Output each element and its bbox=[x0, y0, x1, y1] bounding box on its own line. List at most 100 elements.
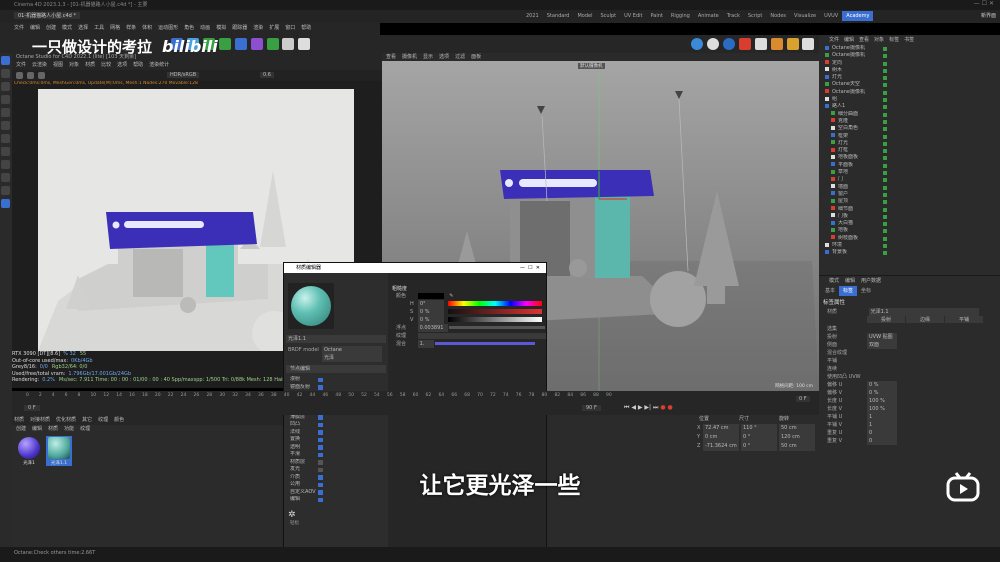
points-mode-icon[interactable] bbox=[1, 108, 10, 117]
coordinates-position[interactable]: 0 cm bbox=[703, 433, 739, 442]
object-tag-icon[interactable] bbox=[883, 236, 887, 241]
material-manager-menu-item[interactable]: 纹理 bbox=[80, 426, 90, 432]
object-row[interactable]: 空白角色 bbox=[821, 125, 1000, 132]
object-tag-icon[interactable] bbox=[883, 185, 887, 190]
attribute-value[interactable]: 0 bbox=[867, 437, 897, 445]
light-icon[interactable] bbox=[298, 38, 311, 50]
attribute-value[interactable]: 100 % bbox=[867, 397, 897, 405]
material-channel[interactable]: 平滑 bbox=[284, 451, 388, 459]
hsv-slider[interactable] bbox=[448, 317, 542, 322]
viewport-menu-item[interactable]: 查看 bbox=[386, 54, 396, 60]
attribute-menu-item[interactable]: 编辑 bbox=[845, 278, 855, 284]
render-view-icon[interactable] bbox=[754, 38, 767, 50]
timeline-ticks[interactable]: 0 2 4 6 8 10 12 14 16 18 20 22 24 26 28 30 32 34 36 38 40 42 4… bbox=[18, 393, 818, 401]
layout-tab[interactable]: Visualize bbox=[790, 11, 820, 21]
object-row[interactable]: 树木 bbox=[821, 67, 1000, 74]
coordinates-rotation[interactable]: 50 cm bbox=[779, 424, 815, 433]
material-channel[interactable]: 透明 bbox=[284, 444, 388, 452]
grid-icon[interactable] bbox=[1, 186, 10, 195]
channel-checkbox[interactable] bbox=[318, 385, 323, 390]
material-section-header[interactable]: 节点编辑 bbox=[286, 365, 386, 373]
timeline-end[interactable]: 90 F bbox=[582, 405, 601, 411]
mix-value[interactable]: 1. bbox=[417, 340, 434, 348]
object-menu-item[interactable]: 文件 bbox=[829, 37, 839, 43]
layout-tab[interactable]: UVUV bbox=[820, 11, 842, 21]
object-row[interactable]: 细节面 bbox=[821, 206, 1000, 213]
object-row[interactable]: 屋顶 bbox=[821, 198, 1000, 205]
mix-slider[interactable] bbox=[435, 342, 536, 345]
material-manager-menu-item[interactable]: 创建 bbox=[16, 426, 26, 432]
edges-mode-icon[interactable] bbox=[1, 121, 10, 130]
record-icon[interactable]: ● bbox=[660, 404, 665, 411]
object-row[interactable]: 路人1 bbox=[821, 103, 1000, 110]
select-tool-icon[interactable] bbox=[1, 56, 10, 65]
layout-tab[interactable]: Nodes bbox=[766, 11, 790, 21]
viewport-camera-tag[interactable]: 默认摄像机 bbox=[578, 63, 605, 69]
main-menu-item[interactable]: 网格 bbox=[110, 25, 120, 31]
material-editor-window-controls[interactable]: — ☐ ✕ bbox=[520, 263, 540, 273]
object-row[interactable]: 平面板 bbox=[821, 162, 1000, 169]
coordinates-rotation[interactable]: 120 cm bbox=[779, 433, 815, 442]
attribute-tab[interactable]: 坐标 bbox=[857, 286, 875, 296]
viewport-menu-item[interactable]: 摄像机 bbox=[402, 54, 417, 60]
viewport-menu-item[interactable]: 面板 bbox=[471, 54, 481, 60]
eyedropper-icon[interactable]: ✎ bbox=[449, 293, 453, 299]
texture-icon[interactable] bbox=[770, 38, 783, 50]
material-name-field[interactable]: 光泽1.1 bbox=[286, 335, 386, 343]
material-manager-tab[interactable]: 纹理 bbox=[98, 417, 108, 423]
material-channel[interactable]: 介质 bbox=[284, 474, 388, 482]
channel-checkbox[interactable] bbox=[318, 497, 323, 502]
attribute-tab[interactable]: 基本 bbox=[821, 286, 839, 296]
hsv-value[interactable]: 0 % bbox=[418, 316, 444, 324]
attribute-value[interactable]: 0 % bbox=[867, 389, 897, 397]
rotate-tool-icon[interactable] bbox=[1, 95, 10, 104]
channel-checkbox[interactable] bbox=[318, 415, 323, 420]
octane-menu-item[interactable]: 对象 bbox=[69, 62, 79, 68]
model-mode-icon[interactable] bbox=[1, 147, 10, 156]
object-row[interactable]: 地板 bbox=[821, 227, 1000, 234]
main-menu-item[interactable]: 模拟 bbox=[216, 25, 226, 31]
object-menu-item[interactable]: 查看 bbox=[859, 37, 869, 43]
object-row[interactable]: Octane摄像机 bbox=[821, 52, 1000, 59]
material-item[interactable]: 光泽1.1 bbox=[46, 436, 72, 466]
object-row[interactable]: 门 bbox=[821, 176, 1000, 183]
object-row[interactable]: 组 bbox=[821, 96, 1000, 103]
viewport-menu-item[interactable]: 显示 bbox=[423, 54, 433, 60]
object-row[interactable]: 灯光 bbox=[821, 140, 1000, 147]
timeline-current[interactable]: 0 F bbox=[796, 396, 810, 402]
object-menu-item[interactable]: 编辑 bbox=[844, 37, 854, 43]
attribute-value[interactable]: UVW 贴图 bbox=[867, 333, 897, 341]
object-tag-icon[interactable] bbox=[883, 171, 887, 176]
play-icon[interactable]: ▶ bbox=[638, 404, 643, 411]
layout-tab[interactable]: Track bbox=[723, 11, 744, 21]
doc-tab[interactable]: 01-机器猫路人小屋.c4d * bbox=[14, 12, 80, 19]
object-tag-icon[interactable] bbox=[883, 76, 887, 81]
layout-tab[interactable]: Rigging bbox=[667, 11, 694, 21]
object-tag-icon[interactable] bbox=[883, 200, 887, 205]
object-row[interactable]: 克隆 bbox=[821, 118, 1000, 125]
cloner-icon[interactable] bbox=[218, 38, 231, 50]
layout-tab[interactable]: Academy bbox=[842, 11, 874, 21]
object-row[interactable]: Octane天空 bbox=[821, 81, 1000, 88]
object-tag-icon[interactable] bbox=[883, 163, 887, 168]
channel-checkbox[interactable] bbox=[318, 452, 323, 457]
material-channel[interactable]: 编辑 bbox=[284, 496, 388, 504]
octane-menu-item[interactable]: 视图 bbox=[53, 62, 63, 68]
attribute-menu-item[interactable]: 模式 bbox=[829, 278, 839, 284]
last-frame-icon[interactable]: ⏭ bbox=[653, 404, 658, 411]
layout-tab[interactable]: 2021 bbox=[522, 11, 543, 21]
material-manager-tab[interactable]: 颜色 bbox=[114, 417, 124, 423]
material-manager-tab[interactable]: 其它 bbox=[82, 417, 92, 423]
window-controls[interactable]: — ☐ ✕ bbox=[974, 0, 994, 7]
object-row[interactable]: 树枝面板 bbox=[821, 235, 1000, 242]
channel-checkbox[interactable] bbox=[318, 430, 323, 435]
float-value[interactable]: 0.003891 bbox=[417, 324, 448, 332]
camera-icon[interactable] bbox=[282, 38, 295, 50]
octane-send-scene-icon[interactable] bbox=[16, 72, 23, 79]
octane-material-icon[interactable] bbox=[722, 38, 735, 50]
object-tag-icon[interactable] bbox=[883, 244, 887, 249]
float-slider[interactable] bbox=[449, 326, 546, 329]
material-channel[interactable]: 材质层 bbox=[284, 459, 388, 467]
material-manager-menu-item[interactable]: 功能 bbox=[64, 426, 74, 432]
channel-checkbox[interactable] bbox=[318, 422, 323, 427]
